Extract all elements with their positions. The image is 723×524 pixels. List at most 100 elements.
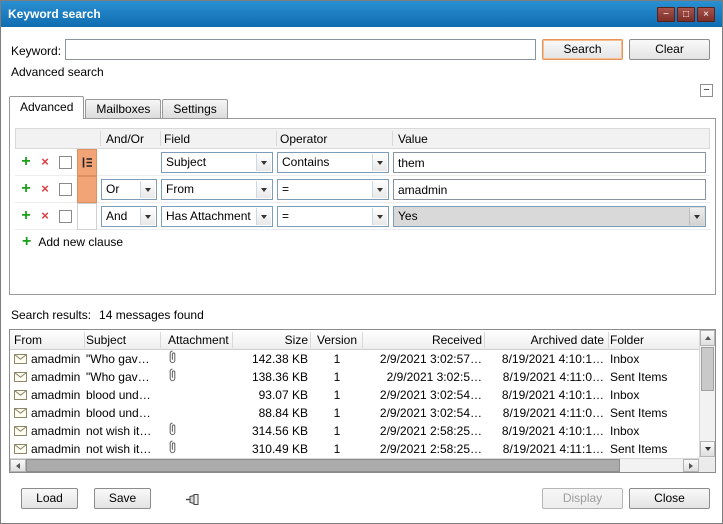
- clear-button[interactable]: Clear: [629, 39, 710, 60]
- col-subject[interactable]: Subject: [86, 333, 158, 347]
- clause-grid: And/Or Field Operator Value + × Subject: [15, 128, 710, 230]
- col-folder[interactable]: Folder: [610, 333, 696, 347]
- collapse-button[interactable]: −: [700, 84, 713, 97]
- chevron-down-icon: [256, 181, 271, 198]
- result-row[interactable]: amadmin blood und… 93.07 KB 1 2/9/2021 3…: [10, 386, 699, 404]
- paperclip-icon: [168, 425, 177, 439]
- scroll-down-icon[interactable]: [700, 441, 715, 457]
- clause-row: + × Subject Contains: [15, 149, 710, 176]
- results-rows: amadmin "Who gav… 142.38 KB 1 2/9/2021 3…: [10, 350, 699, 458]
- vertical-scroll-thumb[interactable]: [701, 347, 714, 391]
- mail-icon: [14, 408, 27, 418]
- operator-select[interactable]: Contains: [277, 152, 389, 173]
- results-summary-count: 14 messages found: [99, 308, 204, 322]
- operator-select[interactable]: =: [277, 179, 389, 200]
- paperclip-icon: [168, 353, 177, 367]
- col-attachment[interactable]: Attachment: [162, 333, 232, 347]
- clause-checkbox[interactable]: [59, 156, 72, 169]
- horizontal-scrollbar[interactable]: [10, 458, 699, 472]
- col-size[interactable]: Size: [234, 333, 308, 347]
- field-select[interactable]: Subject: [161, 152, 273, 173]
- clause-checkbox[interactable]: [59, 183, 72, 196]
- add-new-clause-link[interactable]: + Add new clause: [22, 235, 123, 249]
- results-summary: Search results: 14 messages found: [11, 308, 204, 322]
- delete-clause-icon[interactable]: ×: [38, 176, 52, 203]
- save-button[interactable]: Save: [94, 488, 151, 509]
- window-title: Keyword search: [8, 7, 101, 21]
- maximize-button[interactable]: □: [677, 7, 695, 22]
- load-button[interactable]: Load: [21, 488, 78, 509]
- chevron-down-icon: [372, 154, 387, 171]
- field-select[interactable]: Has Attachment: [161, 206, 273, 227]
- result-row[interactable]: amadmin not wish it… 310.49 KB 1 2/9/202…: [10, 440, 699, 458]
- col-received[interactable]: Received: [364, 333, 482, 347]
- pin-icon[interactable]: [185, 492, 201, 510]
- col-header-andor: And/Or: [106, 132, 144, 146]
- mail-icon: [14, 372, 27, 382]
- andor-select[interactable]: Or: [101, 179, 157, 200]
- display-button[interactable]: Display: [542, 488, 623, 509]
- tab-mailboxes[interactable]: Mailboxes: [85, 99, 161, 118]
- advanced-search-toggle[interactable]: Advanced search: [11, 65, 104, 79]
- add-clause-icon[interactable]: +: [19, 149, 33, 176]
- result-row[interactable]: amadmin not wish it… 314.56 KB 1 2/9/202…: [10, 422, 699, 440]
- chevron-down-icon: [372, 181, 387, 198]
- chevron-down-icon: [256, 208, 271, 225]
- search-button[interactable]: Search: [542, 39, 623, 60]
- minimize-button[interactable]: −: [657, 7, 675, 22]
- scroll-left-icon[interactable]: [10, 459, 26, 472]
- add-clause-icon[interactable]: +: [19, 203, 33, 230]
- clause-checkbox[interactable]: [59, 210, 72, 223]
- horizontal-scroll-thumb[interactable]: [26, 459, 620, 472]
- andor-select[interactable]: And: [101, 206, 157, 227]
- chevron-down-icon: [372, 208, 387, 225]
- row-indicator-cell: [77, 176, 97, 203]
- col-header-field: Field: [164, 132, 190, 146]
- chevron-down-icon: [689, 208, 704, 225]
- row-indicator-cell: [77, 203, 97, 230]
- clause-row: + × Or From =: [15, 176, 710, 203]
- paperclip-icon: [168, 371, 177, 385]
- tab-settings[interactable]: Settings: [162, 99, 227, 118]
- field-select[interactable]: From: [161, 179, 273, 200]
- mail-icon: [14, 444, 27, 454]
- delete-clause-icon[interactable]: ×: [38, 203, 52, 230]
- vertical-scrollbar[interactable]: [699, 330, 715, 458]
- scroll-up-icon[interactable]: [700, 330, 715, 346]
- result-row[interactable]: amadmin "Who gav… 142.38 KB 1 2/9/2021 3…: [10, 350, 699, 368]
- value-input[interactable]: [393, 179, 706, 200]
- add-new-clause-label: Add new clause: [38, 235, 123, 249]
- keyword-search-dialog: Keyword search − □ × Keyword: Search Cle…: [0, 0, 723, 524]
- col-archived[interactable]: Archived date: [486, 333, 604, 347]
- titlebar[interactable]: Keyword search − □ ×: [1, 1, 722, 27]
- chevron-down-icon: [140, 181, 155, 198]
- add-clause-icon[interactable]: +: [19, 176, 33, 203]
- advanced-tab-panel: And/Or Field Operator Value + × Subject: [9, 118, 716, 295]
- mail-icon: [14, 426, 27, 436]
- clause-row: + × And Has Attachment = Yes: [15, 203, 710, 230]
- keyword-label: Keyword:: [11, 44, 61, 58]
- col-version[interactable]: Version: [312, 333, 362, 347]
- value-input[interactable]: [393, 152, 706, 173]
- keyword-input[interactable]: [65, 39, 536, 60]
- result-row[interactable]: amadmin blood und… 88.84 KB 1 2/9/2021 3…: [10, 404, 699, 422]
- col-from[interactable]: From: [14, 333, 84, 347]
- results-table-header: From Subject Attachment Size Version Rec…: [10, 330, 699, 350]
- close-button[interactable]: Close: [629, 488, 710, 509]
- chevron-down-icon: [140, 208, 155, 225]
- tab-advanced[interactable]: Advanced: [9, 96, 84, 119]
- scroll-right-icon[interactable]: [683, 459, 699, 472]
- value-select[interactable]: Yes: [393, 206, 706, 227]
- tab-strip: Advanced Mailboxes Settings: [9, 96, 229, 119]
- result-row[interactable]: amadmin "Who gav… 138.36 KB 1 2/9/2021 3…: [10, 368, 699, 386]
- add-icon: +: [22, 235, 31, 249]
- window-controls: − □ ×: [657, 7, 715, 22]
- results-summary-label: Search results:: [11, 308, 91, 322]
- chevron-down-icon: [256, 154, 271, 171]
- close-window-button[interactable]: ×: [697, 7, 715, 22]
- row-marker-icon: [82, 157, 93, 168]
- mail-icon: [14, 390, 27, 400]
- scrollbar-corner: [699, 458, 715, 472]
- operator-select[interactable]: =: [277, 206, 389, 227]
- delete-clause-icon[interactable]: ×: [38, 149, 52, 176]
